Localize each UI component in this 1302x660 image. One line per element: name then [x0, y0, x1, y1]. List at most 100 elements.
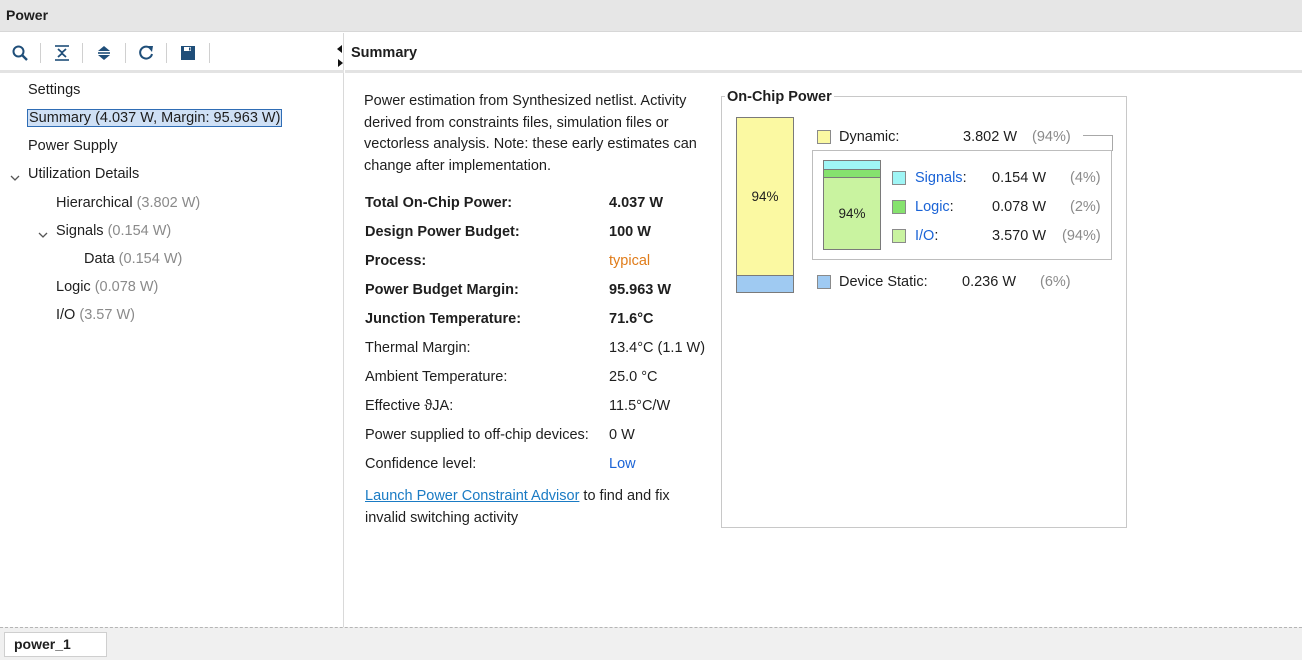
io-value: 3.570 W [992, 228, 1046, 244]
row-value: 71.6°C [609, 311, 654, 327]
tab-power-1[interactable]: power_1 [4, 632, 107, 657]
summary-row-off-chip-power: Power supplied to off-chip devices: 0 W [365, 424, 710, 446]
tree-item-label: Power Supply [28, 138, 118, 154]
toolbar [0, 33, 344, 73]
window-title: Power [6, 7, 49, 23]
tree-item-value: (0.154 W) [107, 223, 172, 239]
logic-swatch [892, 200, 906, 214]
signals-colon: : [962, 170, 967, 186]
legend-signals: Signals: 0.154 W (4%) [892, 168, 1102, 188]
bottom-tab-bar: power_1 [0, 627, 1302, 660]
io-bar-segment: 94% [823, 178, 881, 250]
summary-row-process: Process: typical [365, 250, 710, 272]
legend-logic: Logic: 0.078 W (2%) [892, 197, 1102, 217]
logic-colon: : [949, 199, 954, 215]
left-panel: Settings Summary (4.037 W, Margin: 95.96… [0, 33, 344, 627]
summary-row-budget-margin: Power Budget Margin: 95.963 W [365, 279, 710, 301]
connector-line [1112, 135, 1113, 151]
row-value: 13.4°C (1.1 W) [609, 340, 706, 356]
tree-item-signals[interactable]: Signals (0.154 W) [56, 220, 171, 242]
tree-item-label: I/O [56, 307, 76, 323]
logic-value: 0.078 W [992, 199, 1046, 215]
confidence-link[interactable]: Low [609, 453, 636, 475]
legend-dynamic: Dynamic: 3.802 W (94%) [817, 127, 1087, 147]
tree-item-label: Logic [56, 279, 91, 295]
total-power-bar: 94% [736, 117, 794, 293]
static-bar-segment [736, 276, 794, 293]
tree-item-power-supply[interactable]: Power Supply [28, 135, 117, 157]
signals-swatch [892, 171, 906, 185]
chevron-down-icon[interactable] [38, 227, 48, 238]
tree-item-data[interactable]: Data (0.154 W) [84, 248, 182, 270]
row-value: 95.963 W [609, 282, 672, 298]
io-link-group: I/O: [915, 226, 938, 246]
tree-item-label: Settings [28, 82, 81, 98]
signals-value: 0.154 W [992, 170, 1046, 186]
row-value: 0 W [609, 427, 635, 443]
io-colon: : [934, 228, 939, 244]
collapse-all-icon[interactable] [51, 42, 73, 64]
legend-device-static: Device Static: 0.236 W (6%) [817, 272, 1087, 292]
tree-item-logic[interactable]: Logic (0.078 W) [56, 276, 158, 298]
tree-item-label: Data [84, 251, 115, 267]
dynamic-bar-segment: 94% [736, 117, 794, 276]
tree-item-io[interactable]: I/O (3.57 W) [56, 304, 135, 326]
signals-link-group: Signals: [915, 168, 967, 188]
process-value: typical [609, 253, 651, 269]
signals-bar-segment [823, 160, 881, 170]
row-key: Total On-Chip Power: [365, 195, 513, 211]
row-key: Effective ϑJA: [365, 398, 454, 414]
summary-row-effective-theta-ja: Effective ϑJA: 11.5°C/W [365, 395, 710, 417]
io-swatch [892, 229, 906, 243]
chevron-down-icon[interactable] [10, 170, 20, 181]
static-value: 0.236 W [962, 274, 1016, 290]
tree-item-label: Utilization Details [28, 166, 140, 182]
tree-item-label: Hierarchical [56, 195, 133, 211]
dynamic-value: 3.802 W [963, 129, 1017, 145]
save-icon[interactable] [177, 42, 199, 64]
signals-link[interactable]: Signals [915, 170, 963, 186]
toolbar-separator [125, 43, 126, 63]
logic-bar-segment [823, 170, 881, 178]
window-titlebar: Power [0, 0, 1302, 32]
summary-header: Summary [345, 33, 1302, 73]
io-link[interactable]: I/O [915, 228, 934, 244]
summary-description: Power estimation from Synthesized netlis… [364, 93, 697, 174]
on-chip-power-title: On-Chip Power [725, 89, 834, 105]
toolbar-separator [209, 43, 210, 63]
tree-item-hierarchical[interactable]: Hierarchical (3.802 W) [56, 192, 200, 214]
row-value: 100 W [609, 224, 651, 240]
summary-row-thermal-margin: Thermal Margin: 13.4°C (1.1 W) [365, 337, 710, 359]
signals-pct: (4%) [1070, 170, 1101, 186]
summary-title: Summary [351, 45, 418, 61]
tree-item-value: (3.57 W) [79, 307, 135, 323]
static-label: Device Static: [839, 274, 928, 290]
row-key: Confidence level: [365, 456, 477, 472]
logic-link[interactable]: Logic [915, 199, 950, 215]
tree-item-label: Signals [56, 223, 104, 239]
panel-splitter-arrows-icon[interactable] [336, 43, 344, 69]
refresh-icon[interactable] [135, 42, 157, 64]
logic-pct: (2%) [1070, 199, 1101, 215]
expand-all-icon[interactable] [93, 42, 115, 64]
search-icon[interactable] [9, 42, 31, 64]
dynamic-breakdown-bar: 94% [823, 160, 881, 250]
row-key: Process: [365, 253, 427, 269]
static-pct: (6%) [1040, 274, 1071, 290]
tree-item-value: (0.078 W) [94, 279, 159, 295]
summary-row-design-budget: Design Power Budget: 100 W [365, 221, 710, 243]
advisor-note: Launch Power Constraint Advisor to find … [365, 486, 710, 529]
tree-item-utilization-details[interactable]: Utilization Details [28, 163, 139, 185]
tree-item-summary[interactable]: Summary (4.037 W, Margin: 95.963 W) [27, 107, 283, 129]
dynamic-swatch [817, 130, 831, 144]
row-key: Junction Temperature: [365, 311, 522, 327]
toolbar-separator [82, 43, 83, 63]
tree-item-settings[interactable]: Settings [28, 79, 80, 101]
row-value: 11.5°C/W [609, 398, 671, 414]
row-key: Ambient Temperature: [365, 369, 508, 385]
connector-line [1083, 135, 1112, 136]
summary-row-confidence: Confidence level: Low [365, 453, 710, 475]
launch-power-constraint-advisor-link[interactable]: Launch Power Constraint Advisor [365, 488, 579, 504]
summary-row-junction-temp: Junction Temperature: 71.6°C [365, 308, 710, 330]
toolbar-separator [166, 43, 167, 63]
